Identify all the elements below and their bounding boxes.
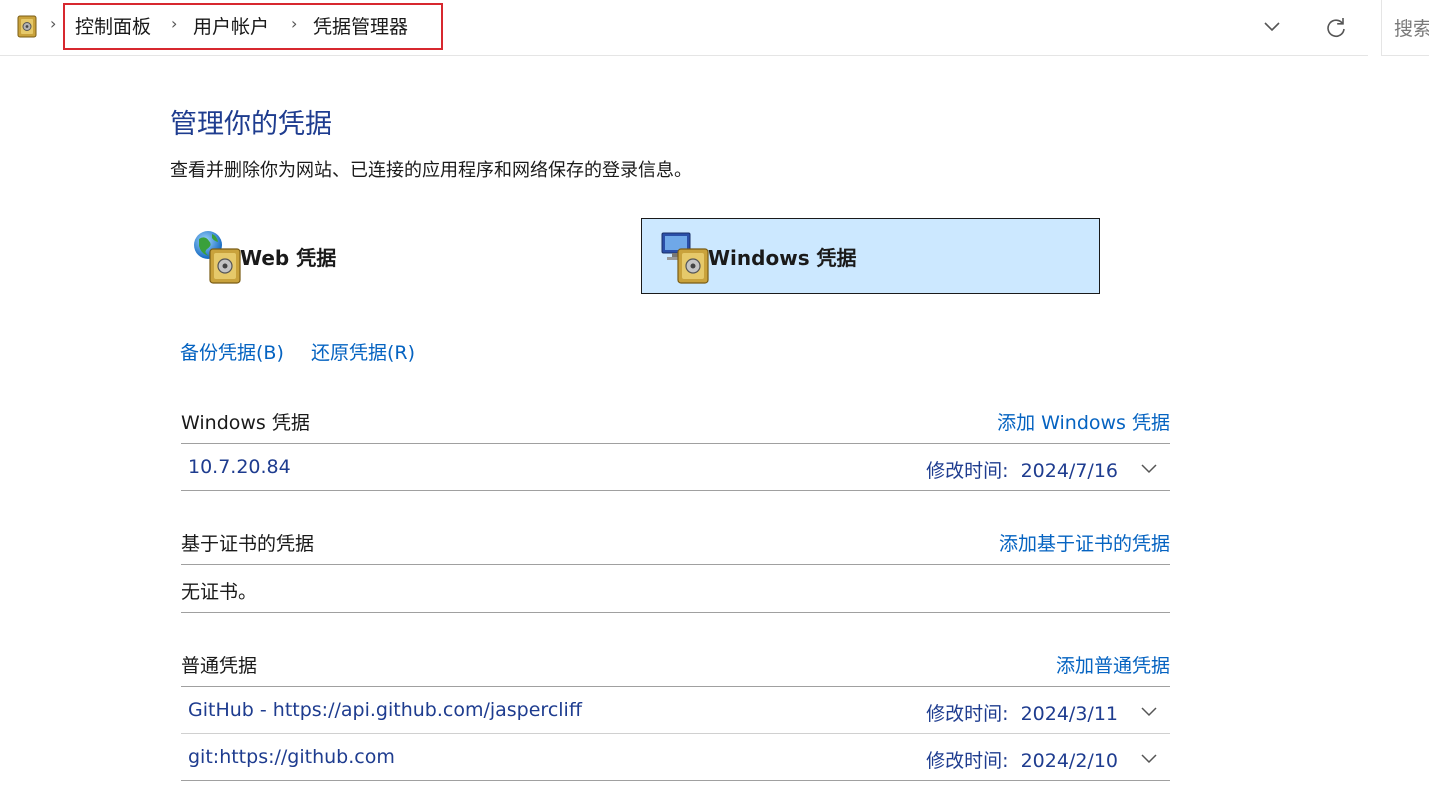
breadcrumb-separator[interactable]: › [171, 14, 177, 33]
expand-chevron-down-icon[interactable] [1138, 458, 1160, 478]
windows-credential-icon [661, 232, 709, 284]
backup-credentials-link[interactable]: 备份凭据(B) [180, 338, 284, 365]
tab-windows-credentials-label: Windows 凭据 [708, 245, 857, 270]
modified-label: 修改时间: [926, 703, 1009, 725]
modified-label: 修改时间: [926, 460, 1009, 482]
breadcrumb-credential-manager[interactable]: 凭据管理器 [313, 12, 408, 39]
modified-date: 2024/2/10 [1020, 750, 1118, 772]
generic-credentials-section-title: 普通凭据 [181, 655, 258, 677]
search-box[interactable]: 搜索 [1381, 0, 1429, 56]
page-description: 查看并删除你为网站、已连接的应用程序和网络保存的登录信息。 [170, 160, 692, 181]
tab-web-credentials-label: Web 凭据 [240, 245, 337, 270]
credential-modified: 修改时间: 2024/2/10 [926, 746, 1118, 773]
divider [181, 490, 1170, 491]
breadcrumb-root-separator[interactable]: › [50, 14, 56, 33]
add-certificate-credential-link[interactable]: 添加基于证书的凭据 [999, 529, 1170, 556]
expand-chevron-down-icon[interactable] [1138, 701, 1160, 721]
credential-manager-icon [17, 15, 37, 38]
divider [181, 612, 1170, 613]
modified-date: 2024/7/16 [1020, 460, 1118, 482]
credential-row[interactable]: GitHub - https://api.github.com/jaspercl… [181, 687, 1170, 733]
add-windows-credential-link[interactable]: 添加 Windows 凭据 [997, 408, 1170, 435]
divider [181, 780, 1170, 781]
web-credential-icon [194, 231, 241, 284]
credential-row[interactable]: git:https://github.com 修改时间: 2024/2/10 [181, 734, 1170, 780]
windows-credentials-section-title: Windows 凭据 [181, 412, 310, 434]
credential-modified: 修改时间: 2024/3/11 [926, 699, 1118, 726]
credential-name: git:https://github.com [188, 746, 395, 768]
credential-modified: 修改时间: 2024/7/16 [926, 456, 1118, 483]
modified-label: 修改时间: [926, 750, 1009, 772]
breadcrumb-control-panel[interactable]: 控制面板 [75, 12, 151, 39]
page-title: 管理你的凭据 [170, 109, 332, 140]
expand-chevron-down-icon[interactable] [1138, 748, 1160, 768]
breadcrumb-user-accounts[interactable]: 用户帐户 [193, 12, 269, 39]
modified-date: 2024/3/11 [1020, 703, 1118, 725]
restore-credentials-link[interactable]: 还原凭据(R) [311, 338, 415, 365]
search-placeholder: 搜索 [1394, 18, 1429, 40]
address-bar: › 控制面板 › 用户帐户 › 凭据管理器 [0, 0, 1368, 56]
refresh-icon[interactable] [1320, 12, 1352, 42]
tab-windows-credentials[interactable]: Windows 凭据 [641, 218, 1100, 294]
address-history-chevron-down-icon[interactable] [1256, 12, 1288, 42]
credential-name: 10.7.20.84 [188, 456, 291, 478]
credential-name: GitHub - https://api.github.com/jaspercl… [188, 699, 582, 721]
credential-row[interactable]: 10.7.20.84 修改时间: 2024/7/16 [181, 444, 1170, 490]
tab-web-credentials[interactable]: Web 凭据 [176, 218, 636, 294]
breadcrumb-separator[interactable]: › [291, 14, 297, 33]
no-certificates-text: 无证书。 [181, 581, 258, 603]
add-generic-credential-link[interactable]: 添加普通凭据 [1056, 651, 1170, 678]
divider [181, 564, 1170, 565]
certificate-credentials-section-title: 基于证书的凭据 [181, 533, 315, 555]
